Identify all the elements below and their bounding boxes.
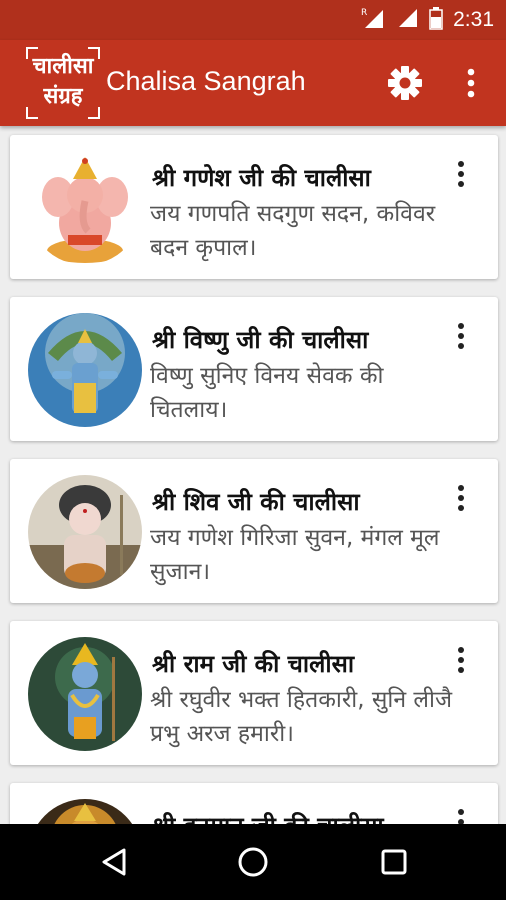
logo-line-2: संग्रह: [43, 84, 83, 109]
back-icon[interactable]: [94, 842, 134, 882]
more-options-icon[interactable]: [450, 645, 472, 677]
battery-icon: [429, 6, 443, 34]
more-options-icon[interactable]: [450, 807, 472, 824]
more-options-icon[interactable]: [450, 321, 472, 353]
chalisa-title: श्री गणेश जी की चालीसा: [152, 164, 371, 192]
app-title: Chalisa Sangrah: [106, 66, 306, 96]
ram-image: [28, 637, 142, 751]
chalisa-card-ganesh[interactable]: श्री गणेश जी की चालीसा जय गणपति सदगुण सद…: [10, 135, 498, 279]
recents-icon[interactable]: [374, 842, 414, 882]
logo-line-1: चालीसा: [32, 54, 94, 79]
shiva-image: [28, 475, 142, 589]
status-time: 2:31: [453, 8, 494, 31]
chalisa-card-hanuman[interactable]: श्री हनुमान जी की चालीसा: [10, 783, 498, 824]
status-icons: R 2:31: [361, 0, 494, 40]
chalisa-excerpt: जय गणेश गिरिजा सुवन, मंगल मूल सुजान।: [150, 525, 440, 585]
roaming-signal-icon: R: [361, 6, 387, 34]
chalisa-excerpt: विष्णु सुनिए विनय सेवक की चितलाय।: [150, 363, 384, 423]
chalisa-card-ram[interactable]: श्री राम जी की चालीसा श्री रघुवीर भक्त ह…: [10, 621, 498, 765]
chalisa-excerpt: जय गणपति सदगुण सदन, कविवर बदन कृपाल।: [150, 201, 436, 261]
chalisa-title: श्री शिव जी की चालीसा: [152, 488, 360, 516]
overflow-menu-icon[interactable]: [456, 64, 486, 102]
chalisa-card-shiva[interactable]: श्री शिव जी की चालीसा जय गणेश गिरिजा सुव…: [10, 459, 498, 603]
hanuman-image: [28, 799, 142, 824]
chalisa-card-vishnu[interactable]: श्री विष्णु जी की चालीसा विष्णु सुनिए वि…: [10, 297, 498, 441]
chalisa-title: श्री विष्णु जी की चालीसा: [152, 326, 369, 354]
home-icon[interactable]: [233, 842, 273, 882]
chalisa-title: श्री राम जी की चालीसा: [152, 650, 355, 678]
chalisa-title: श्री हनुमान जी की चालीसा: [152, 809, 452, 824]
more-options-icon[interactable]: [450, 483, 472, 515]
ganesh-image: [28, 151, 142, 265]
signal-icon: [397, 7, 419, 33]
chalisa-excerpt: श्री रघुवीर भक्त हितकारी, सुनि लीजै प्रभ…: [150, 687, 453, 747]
navigation-bar: [0, 824, 506, 900]
app-bar: चालीसा संग्रह Chalisa Sangrah: [0, 40, 506, 126]
chalisa-list: श्री गणेश जी की चालीसा जय गणपति सदगुण सद…: [0, 126, 506, 824]
status-bar: R 2:31: [0, 0, 506, 40]
more-options-icon[interactable]: [450, 159, 472, 191]
app-logo: चालीसा संग्रह: [26, 47, 100, 119]
svg-text:R: R: [361, 8, 367, 18]
vishnu-image: [28, 313, 142, 427]
settings-icon[interactable]: [386, 64, 424, 102]
